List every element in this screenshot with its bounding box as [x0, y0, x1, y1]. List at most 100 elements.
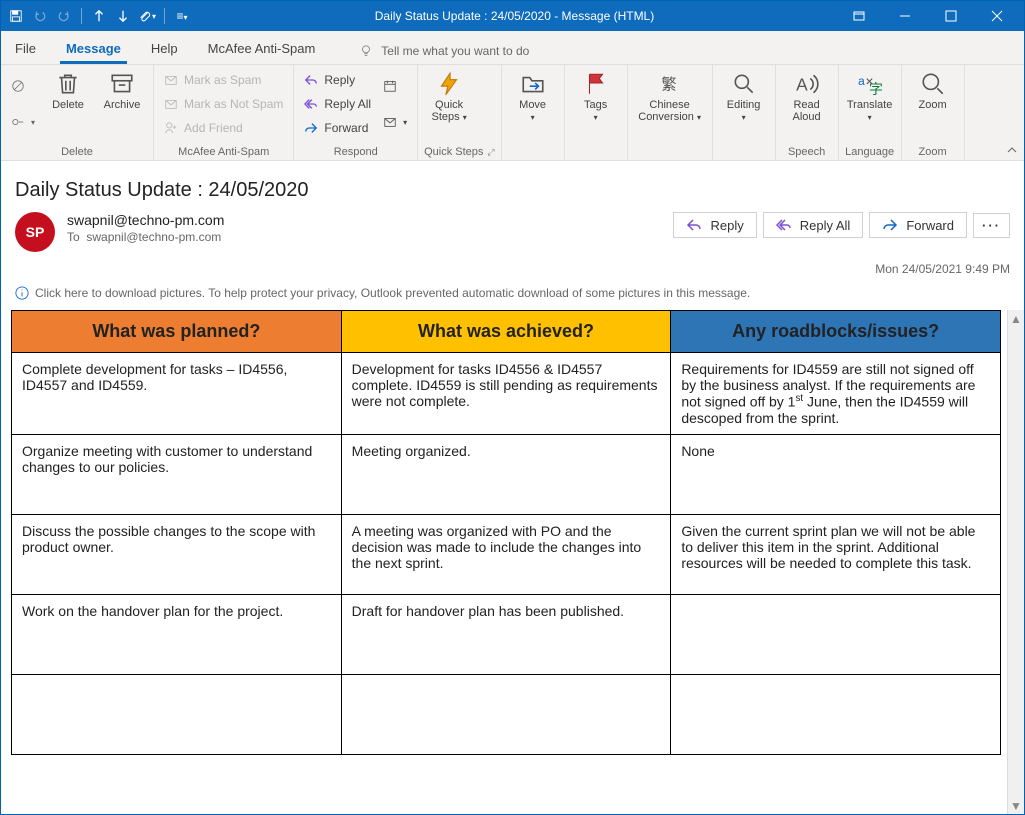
quick-access-toolbar: ▾ ≡▾ [5, 5, 193, 27]
reply-button[interactable]: Reply [300, 69, 375, 91]
forward-button[interactable]: Forward [300, 117, 375, 139]
undo-icon[interactable] [29, 5, 51, 27]
title-bar: ▾ ≡▾ Daily Status Update : 24/05/2020 - … [1, 1, 1024, 31]
tab-message[interactable]: Message [60, 35, 127, 64]
flag-icon [583, 71, 609, 97]
move-dropdown[interactable]: Move▾ [508, 69, 558, 125]
info-icon [15, 286, 29, 300]
avatar: SP [15, 212, 55, 252]
mark-spam-button[interactable]: Mark as Spam [160, 69, 287, 91]
tell-me-search[interactable]: Tell me what you want to do [359, 44, 529, 64]
next-item-icon[interactable] [112, 5, 134, 27]
ribbon-display-icon[interactable] [836, 1, 882, 31]
header-reply-all-button[interactable]: Reply All [763, 212, 864, 238]
message-body[interactable]: What was planned? What was achieved? Any… [1, 310, 1007, 814]
status-table: What was planned? What was achieved? Any… [11, 310, 1001, 755]
folder-move-icon [520, 71, 546, 97]
read-aloud-button[interactable]: A Read Aloud [782, 69, 832, 125]
attachment-icon[interactable]: ▾ [136, 5, 158, 27]
reply-all-button[interactable]: Reply All [300, 93, 375, 115]
redo-icon[interactable] [53, 5, 75, 27]
cell-issues [671, 594, 1001, 674]
vertical-scrollbar[interactable]: ▲ ▼ [1007, 310, 1024, 814]
download-pictures-infobar[interactable]: Click here to download pictures. To help… [1, 282, 1024, 310]
tab-file[interactable]: File [9, 35, 42, 64]
table-row: Discuss the possible changes to the scop… [12, 514, 1001, 594]
svg-text:A: A [796, 75, 808, 95]
header-reply-button[interactable]: Reply [673, 212, 756, 238]
scroll-up-icon[interactable]: ▲ [1008, 310, 1024, 327]
cell-achieved: Draft for handover plan has been publish… [341, 594, 671, 674]
col-header-achieved: What was achieved? [341, 311, 671, 353]
minimize-icon[interactable] [882, 1, 928, 31]
ribbon-group-editing: Editing▾ [713, 65, 776, 160]
reply-arrow-icon [686, 217, 702, 233]
from-address: swapnil@techno-pm.com [67, 212, 224, 228]
received-date: Mon 24/05/2021 9:49 PM [1, 260, 1024, 282]
maximize-icon[interactable] [928, 1, 974, 31]
cell-issues [671, 674, 1001, 754]
customize-qat-icon[interactable]: ≡▾ [171, 5, 193, 27]
dialog-launcher-icon[interactable]: ⤢ [487, 147, 494, 158]
ribbon: ▾ Delete Archive Delete Mark as Spam Mar… [1, 65, 1024, 161]
chinese-char-icon: 繁 [657, 71, 683, 97]
save-icon[interactable] [5, 5, 27, 27]
window-controls [836, 1, 1020, 31]
tags-dropdown[interactable]: Tags▾ [571, 69, 621, 125]
scroll-down-icon[interactable]: ▼ [1008, 797, 1024, 814]
previous-item-icon[interactable] [88, 5, 110, 27]
header-forward-button[interactable]: Forward [869, 212, 967, 238]
delete-button[interactable]: Delete [43, 69, 93, 113]
ignore-button[interactable] [7, 69, 39, 103]
message-subject: Daily Status Update : 24/05/2020 [1, 161, 1024, 210]
mark-not-spam-button[interactable]: Mark as Not Spam [160, 93, 287, 115]
ribbon-group-respond: Reply Reply All Forward ▾ Respond [294, 65, 418, 160]
cell-planned: Complete development for tasks – ID4556,… [12, 353, 342, 435]
close-icon[interactable] [974, 1, 1020, 31]
quick-steps-button[interactable]: Quick Steps ▾ [424, 69, 474, 125]
cell-planned: Organize meeting with customer to unders… [12, 434, 342, 514]
ribbon-group-speech: A Read Aloud Speech [776, 65, 839, 160]
tell-me-placeholder: Tell me what you want to do [381, 44, 529, 58]
magnifier-icon [920, 71, 946, 97]
message-body-area: What was planned? What was achieved? Any… [1, 310, 1024, 814]
cell-planned: Work on the handover plan for the projec… [12, 594, 342, 674]
col-header-issues: Any roadblocks/issues? [671, 311, 1001, 353]
table-row: Work on the handover plan for the projec… [12, 594, 1001, 674]
reply-all-arrow-icon [304, 97, 318, 111]
cell-issues: None [671, 434, 1001, 514]
ribbon-tabs: File Message Help McAfee Anti-Spam Tell … [1, 31, 1024, 65]
table-row [12, 674, 1001, 754]
message-header: SP swapnil@techno-pm.com To swapnil@tech… [1, 210, 1024, 260]
scroll-track[interactable] [1008, 327, 1024, 797]
collapse-ribbon-icon[interactable] [1000, 65, 1024, 160]
table-row: Complete development for tasks – ID4556,… [12, 353, 1001, 435]
ribbon-group-language: a字 Translate▾ Language [839, 65, 902, 160]
more-respond-dropdown[interactable]: ▾ [379, 105, 411, 139]
tab-mcafee[interactable]: McAfee Anti-Spam [202, 35, 322, 64]
cell-planned [12, 674, 342, 754]
read-aloud-icon: A [794, 71, 820, 97]
find-icon [731, 71, 757, 97]
ribbon-group-tags: Tags▾ [565, 65, 628, 160]
archive-icon [109, 71, 135, 97]
cell-achieved: Meeting organized. [341, 434, 671, 514]
add-friend-button[interactable]: Add Friend [160, 117, 287, 139]
cell-planned: Discuss the possible changes to the scop… [12, 514, 342, 594]
ribbon-group-quicksteps: Quick Steps ▾ Quick Steps⤢ [418, 65, 502, 160]
archive-button[interactable]: Archive [97, 69, 147, 113]
reply-all-arrow-icon [776, 217, 792, 233]
tab-help[interactable]: Help [145, 35, 184, 64]
meeting-button[interactable] [379, 69, 411, 103]
chinese-conversion-dropdown[interactable]: 繁 Chinese Conversion ▾ [634, 69, 706, 125]
header-more-actions-button[interactable]: ··· [973, 213, 1010, 238]
editing-dropdown[interactable]: Editing▾ [719, 69, 769, 125]
junk-dropdown[interactable]: ▾ [7, 105, 39, 139]
translate-icon: a字 [857, 71, 883, 97]
zoom-button[interactable]: Zoom [908, 69, 958, 113]
cell-achieved: A meeting was organized with PO and the … [341, 514, 671, 594]
translate-dropdown[interactable]: a字 Translate▾ [845, 69, 895, 125]
ribbon-group-move: Move▾ [502, 65, 565, 160]
lightbulb-icon [359, 44, 373, 58]
outlook-message-window: ▾ ≡▾ Daily Status Update : 24/05/2020 - … [0, 0, 1025, 815]
